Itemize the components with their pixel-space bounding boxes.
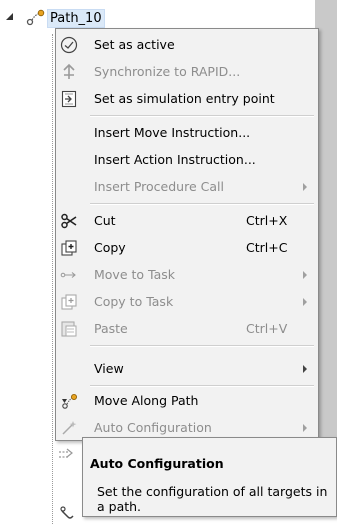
menu-item-label: Insert Procedure Call xyxy=(94,179,224,194)
menu-item-set-as-active[interactable]: Set as active xyxy=(56,31,318,58)
tree-node-label[interactable]: Path_10 xyxy=(47,9,105,28)
link-icon xyxy=(60,506,74,519)
menu-item-label: Copy to Task xyxy=(94,294,174,309)
menu-separator xyxy=(90,203,314,205)
tooltip: Auto Configuration Set the configuration… xyxy=(82,437,337,517)
menu-item-copy[interactable]: Copy Ctrl+C xyxy=(56,234,318,261)
menu-item-label: Paste xyxy=(94,321,128,336)
menu-item-cut[interactable]: Cut Ctrl+X xyxy=(56,207,318,234)
context-menu: Set as active Synchronize to RAPID... Se… xyxy=(55,28,319,441)
menu-item-shortcut: Ctrl+C xyxy=(246,240,288,255)
menu-item-copy-to-task[interactable]: Copy to Task xyxy=(56,288,318,315)
path-icon xyxy=(26,9,45,26)
auto-configuration-icon xyxy=(58,417,80,439)
entry-point-icon xyxy=(58,88,80,110)
move-along-path-icon xyxy=(58,390,80,412)
menu-item-set-as-simulation-entry-point[interactable]: Set as simulation entry point xyxy=(56,85,318,112)
menu-item-label: Set as simulation entry point xyxy=(94,91,275,106)
expand-arrow-icon[interactable] xyxy=(5,12,15,22)
menu-item-label: View xyxy=(94,361,124,376)
paste-icon xyxy=(58,318,80,340)
submenu-arrow-icon xyxy=(303,298,307,306)
menu-item-label: Insert Action Instruction... xyxy=(94,152,256,167)
menu-item-label: Auto Configuration xyxy=(94,420,212,435)
checkmark-circle-icon xyxy=(58,34,80,56)
submenu-arrow-icon xyxy=(303,183,307,191)
menu-item-move-to-task[interactable]: Move to Task xyxy=(56,261,318,288)
menu-item-label: Insert Move Instruction... xyxy=(94,125,251,140)
menu-item-insert-move-instruction[interactable]: Insert Move Instruction... xyxy=(56,119,318,146)
tree-guide-line xyxy=(52,34,53,524)
menu-separator xyxy=(90,115,314,117)
scissors-icon xyxy=(58,210,80,232)
menu-item-paste[interactable]: Paste Ctrl+V xyxy=(56,315,318,342)
menu-item-label: Synchronize to RAPID... xyxy=(94,64,241,79)
menu-item-label: Move Along Path xyxy=(94,393,199,408)
menu-item-label: Copy xyxy=(94,240,126,255)
submenu-arrow-icon xyxy=(303,271,307,279)
menu-item-insert-procedure-call[interactable]: Insert Procedure Call xyxy=(56,173,318,200)
menu-item-label: Set as active xyxy=(94,37,175,52)
menu-separator xyxy=(90,345,314,347)
submenu-arrow-icon xyxy=(303,424,307,432)
menu-item-move-along-path[interactable]: Move Along Path xyxy=(56,387,318,414)
submenu-arrow-icon xyxy=(303,365,307,373)
tooltip-title: Auto Configuration xyxy=(90,456,224,471)
copy-to-task-icon xyxy=(58,291,80,313)
configuration-icon xyxy=(59,448,73,458)
menu-item-label: Cut xyxy=(94,213,116,228)
tooltip-body: Set the configuration of all targets in … xyxy=(97,484,328,514)
menu-item-shortcut: Ctrl+X xyxy=(246,213,288,228)
menu-item-label: Move to Task xyxy=(94,267,175,282)
menu-item-view[interactable]: View xyxy=(56,355,318,382)
copy-icon xyxy=(58,237,80,259)
move-to-task-icon xyxy=(58,264,80,286)
synchronize-icon xyxy=(58,61,80,83)
menu-item-insert-action-instruction[interactable]: Insert Action Instruction... xyxy=(56,146,318,173)
menu-item-synchronize-to-rapid[interactable]: Synchronize to RAPID... xyxy=(56,58,318,85)
menu-item-shortcut: Ctrl+V xyxy=(246,321,288,336)
